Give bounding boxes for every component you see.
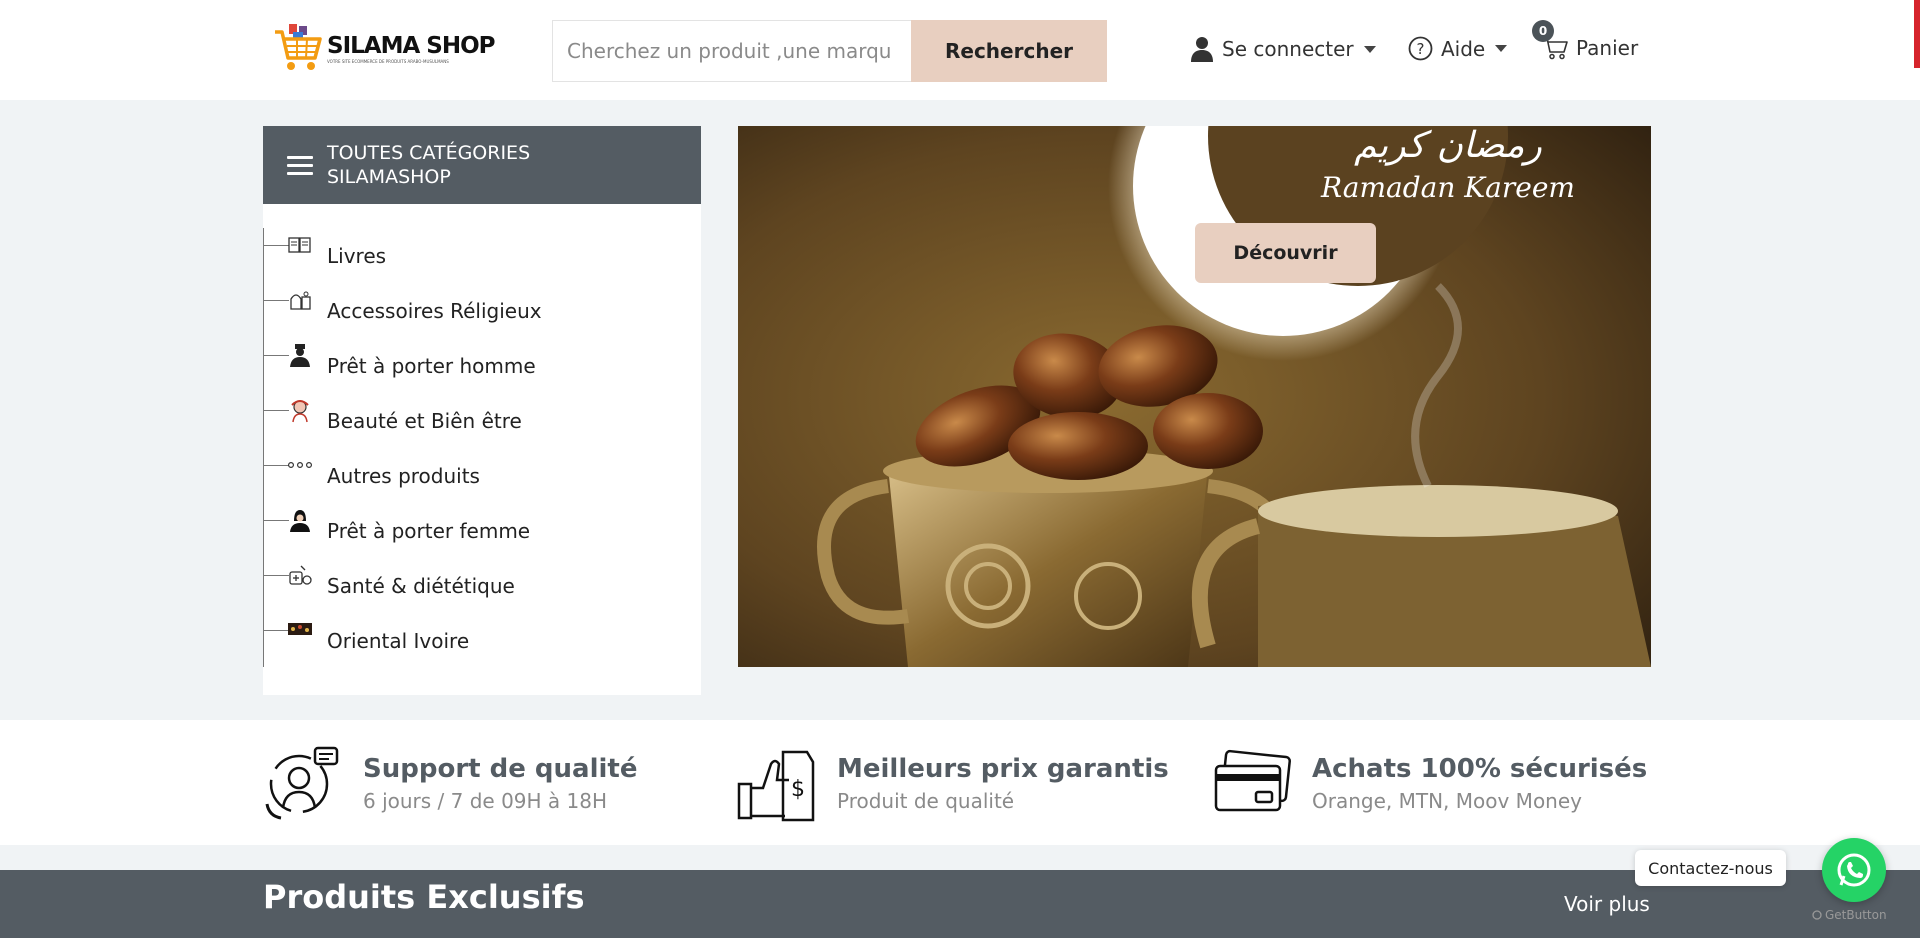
- feature-title: Achats 100% sécurisés: [1312, 754, 1648, 784]
- category-item-beaute-bien-etre[interactable]: Beauté et Biên être: [263, 393, 701, 448]
- feature-secure: Achats 100% sécurisés Orange, MTN, Moov …: [1212, 744, 1647, 824]
- categories-title-line2: SILAMASHOP: [327, 166, 451, 188]
- contact-us-bubble[interactable]: Contactez-nous: [1635, 850, 1786, 886]
- categories-title-line1: TOUTES CATÉGORIES: [327, 142, 531, 164]
- feature-subtitle: Orange, MTN, Moov Money: [1312, 789, 1582, 813]
- section-title: Produits Exclusifs: [263, 878, 585, 916]
- books-icon: [288, 237, 311, 253]
- whatsapp-button[interactable]: [1822, 838, 1886, 902]
- categories-panel: TOUTES CATÉGORIES SILAMASHOP Livres Acce…: [263, 126, 701, 695]
- health-icon: [289, 565, 312, 585]
- thumbs-up-price-icon: $: [737, 750, 815, 822]
- cart-label: Panier: [1576, 36, 1639, 60]
- discover-button[interactable]: Découvrir: [1195, 223, 1376, 283]
- site-header: SILAMA SHOP VOTRE SITE ECOMMERCE DE PROD…: [0, 0, 1920, 100]
- category-label: Beauté et Biên être: [327, 408, 522, 433]
- feature-subtitle: 6 jours / 7 de 09H à 18H: [363, 789, 608, 813]
- category-item-accessoires-religieux[interactable]: Accessoires Réligieux: [263, 283, 701, 338]
- getbutton-label: GetButton: [1825, 908, 1887, 922]
- features-strip: Support de qualité 6 jours / 7 de 09H à …: [0, 720, 1920, 845]
- category-item-pret-a-porter-homme[interactable]: Prêt à porter homme: [263, 338, 701, 393]
- getbutton-logo-icon: [1812, 910, 1822, 920]
- support-agent-icon: [265, 746, 339, 820]
- category-item-oriental-ivoire[interactable]: Oriental Ivoire: [263, 613, 701, 668]
- search-button[interactable]: Rechercher: [911, 20, 1107, 82]
- help-circle-icon: ?: [1408, 36, 1433, 61]
- help-label: Aide: [1441, 36, 1486, 61]
- login-label: Se connecter: [1222, 37, 1354, 61]
- beauty-icon: [291, 400, 309, 423]
- feature-title: Support de qualité: [363, 754, 638, 784]
- getbutton-credit[interactable]: GetButton: [1812, 908, 1887, 922]
- woman-icon: [290, 510, 310, 532]
- category-item-livres[interactable]: Livres: [263, 228, 701, 283]
- category-label: Accessoires Réligieux: [327, 298, 542, 323]
- logo-name: SILAMA SHOP: [327, 32, 495, 59]
- help-menu[interactable]: ? Aide: [1408, 36, 1508, 61]
- svg-text:?: ?: [1417, 40, 1425, 58]
- banner-title: Ramadan Kareem: [1321, 171, 1575, 204]
- man-icon: [290, 344, 310, 367]
- feature-prices: $ Meilleurs prix garantis Produit de qua…: [737, 744, 1169, 824]
- feature-support: Support de qualité 6 jours / 7 de 09H à …: [263, 744, 637, 824]
- category-item-autres-produits[interactable]: Autres produits: [263, 448, 701, 503]
- category-label: Prêt à porter homme: [327, 353, 536, 378]
- cart-link[interactable]: 0 Panier: [1532, 20, 1639, 60]
- login-menu[interactable]: Se connecter: [1190, 36, 1376, 62]
- svg-text:$: $: [791, 777, 805, 802]
- scroll-accent: [1914, 0, 1920, 68]
- category-label: Prêt à porter femme: [327, 518, 531, 543]
- categories-toggle[interactable]: TOUTES CATÉGORIES SILAMASHOP: [263, 126, 701, 204]
- oriental-icon: [288, 623, 312, 635]
- feature-title: Meilleurs prix garantis: [837, 754, 1169, 784]
- search-input[interactable]: [552, 20, 911, 82]
- ramadan-banner[interactable]: رمضان كريم Ramadan Kareem Découvrir: [738, 126, 1651, 667]
- credit-card-icon: [1214, 749, 1291, 812]
- chevron-down-icon: [1495, 45, 1508, 52]
- dots-icon: [287, 462, 313, 469]
- exclusive-products-section: Produits Exclusifs Voir plus: [0, 870, 1920, 938]
- user-icon: [1191, 37, 1213, 62]
- category-item-sante-dietetique[interactable]: Santé & diététique: [263, 558, 701, 613]
- whatsapp-icon: [1837, 853, 1871, 887]
- logo-tagline: VOTRE SITE ECOMMERCE DE PRODUITS ARABO-M…: [327, 58, 449, 64]
- hamburger-icon: [287, 155, 313, 175]
- category-label: Autres produits: [327, 463, 480, 488]
- chevron-down-icon: [1363, 45, 1376, 53]
- site-logo[interactable]: SILAMA SHOP VOTRE SITE ECOMMERCE DE PROD…: [273, 22, 495, 74]
- banner-image: [738, 126, 1651, 667]
- category-label: Oriental Ivoire: [327, 628, 470, 653]
- search-bar: Rechercher: [552, 20, 1107, 82]
- categories-list: Livres Accessoires Réligieux Prêt à port…: [263, 228, 701, 668]
- banner-arabic-text: رمضان كريم: [1354, 126, 1542, 166]
- cart-count-badge: 0: [1532, 20, 1554, 42]
- category-item-pret-a-porter-femme[interactable]: Prêt à porter femme: [263, 503, 701, 558]
- feature-subtitle: Produit de qualité: [837, 789, 1015, 813]
- category-label: Livres: [327, 243, 387, 268]
- category-label: Santé & diététique: [327, 573, 515, 598]
- religious-accessories-icon: [290, 291, 311, 310]
- see-more-link[interactable]: Voir plus: [1564, 892, 1650, 916]
- shopping-cart-logo-icon: [275, 24, 322, 70]
